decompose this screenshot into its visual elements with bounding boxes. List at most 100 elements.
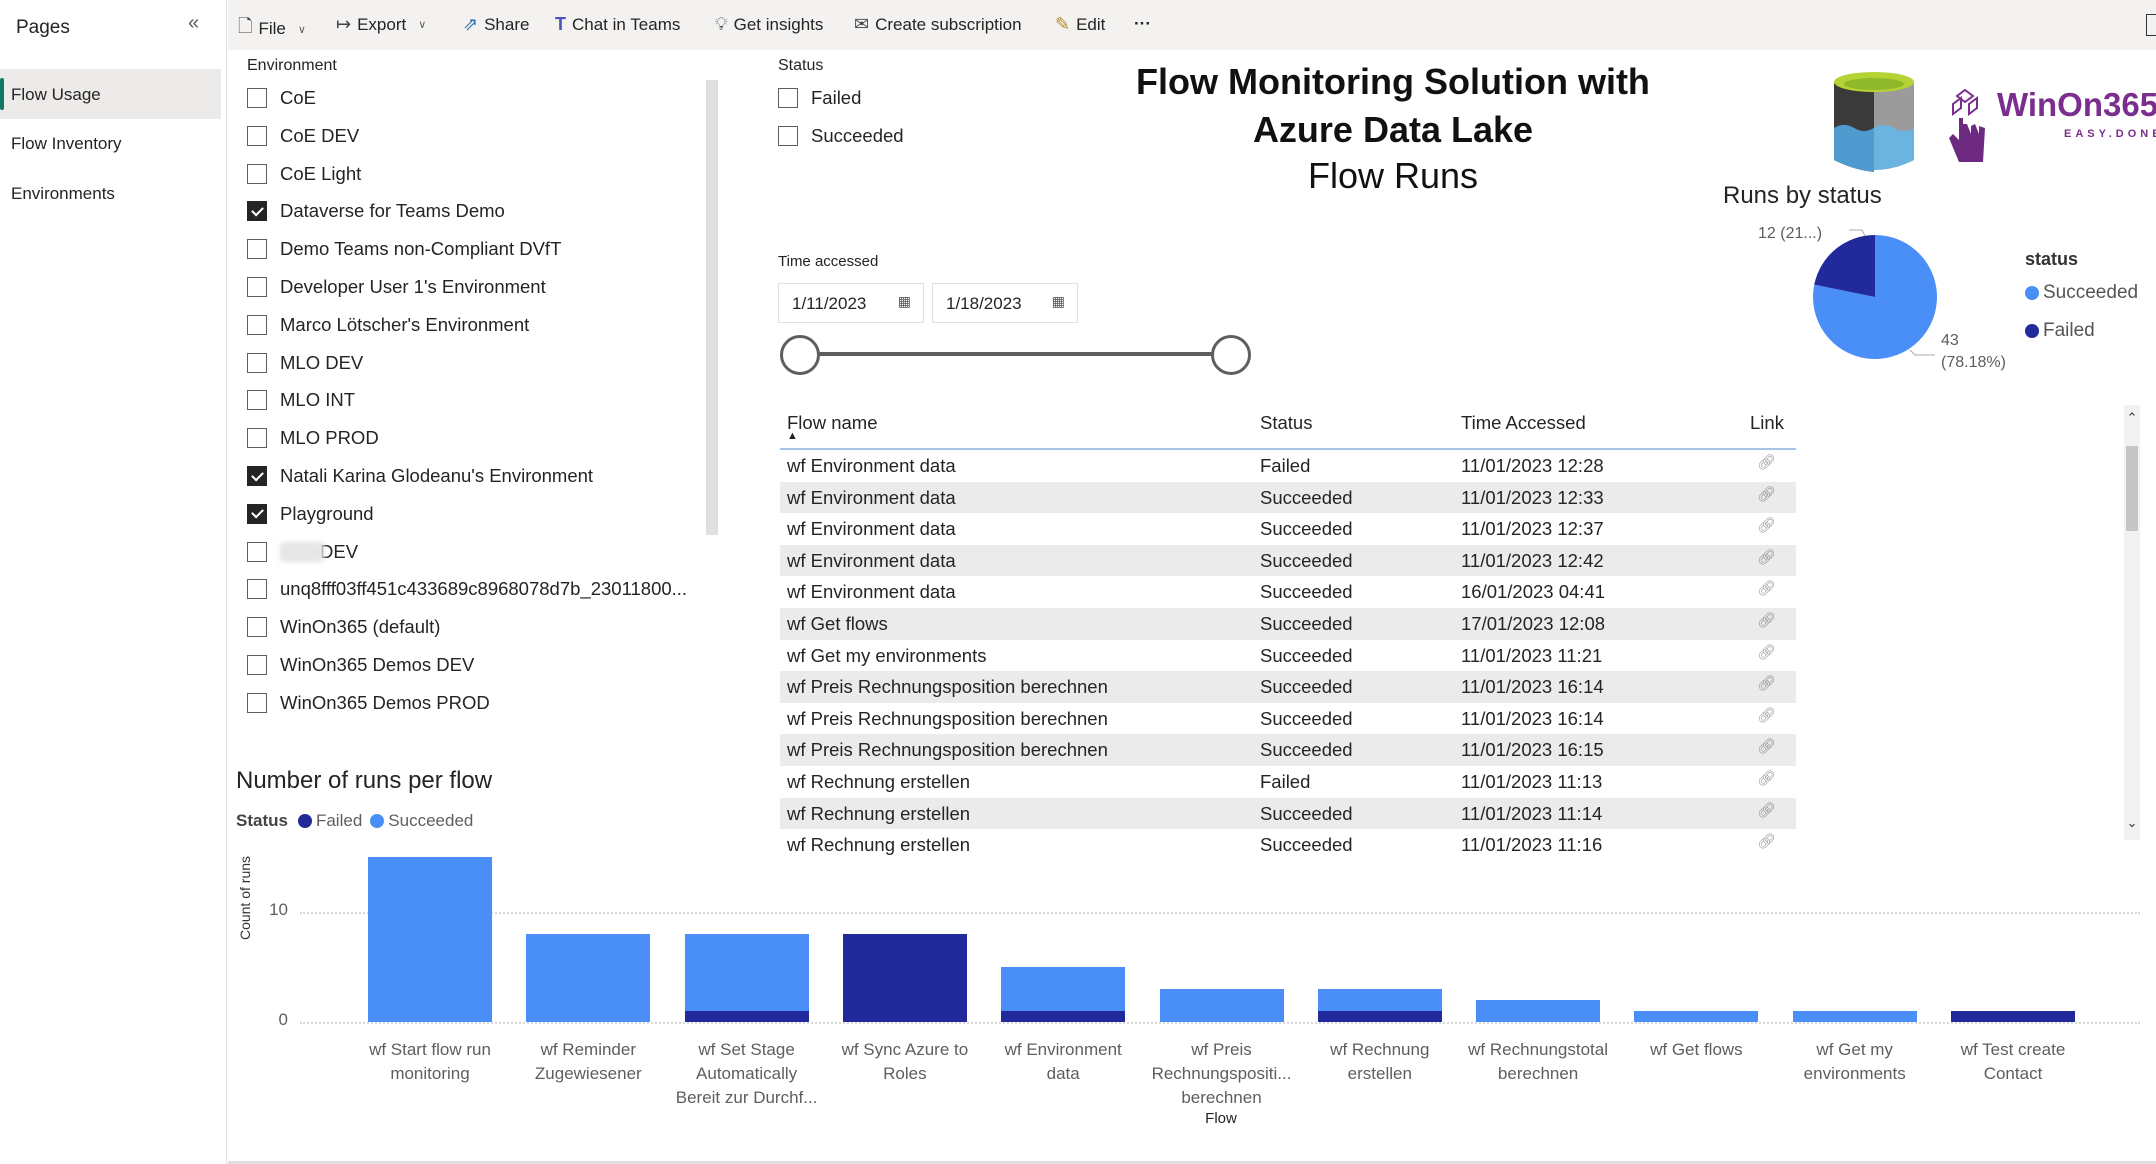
table-row[interactable]: wf Preis Rechnungsposition berechnen Succ… — [780, 703, 1796, 735]
environment-option[interactable]: MLO INT — [247, 389, 355, 411]
checkbox[interactable] — [247, 428, 267, 449]
status-option[interactable]: Succeeded — [778, 125, 904, 147]
bar-legend-succeeded[interactable]: Succeeded — [388, 811, 473, 831]
comment-icon[interactable] — [2146, 14, 2156, 36]
table-row[interactable]: wf Preis Rechnungsposition berechnen Succ… — [780, 734, 1796, 766]
bar-succeeded[interactable] — [1476, 1000, 1601, 1022]
checkbox[interactable] — [247, 125, 267, 146]
link-icon[interactable]: 🔗︎ — [1757, 674, 1776, 692]
export-menu-button[interactable]: ↦ Export ∨ — [336, 14, 426, 35]
environment-option[interactable]: CoE Light — [247, 163, 361, 185]
chat-in-teams-button[interactable]: T Chat in Teams — [555, 14, 680, 35]
get-insights-button[interactable]: 💡︎ Get insights — [715, 14, 823, 35]
share-button[interactable]: ⇗ Share — [463, 14, 529, 35]
date-range-slider-track[interactable] — [800, 352, 1231, 356]
environment-option[interactable]: CoE DEV — [247, 125, 359, 147]
checkbox[interactable] — [247, 201, 267, 222]
bar-legend-failed[interactable]: Failed — [316, 811, 362, 831]
scroll-down-icon[interactable]: ⌄ — [2124, 815, 2140, 831]
scroll-up-icon[interactable]: ⌃ — [2124, 410, 2140, 426]
page-tab-environments[interactable]: Environments — [0, 168, 221, 218]
date-range-start-handle[interactable] — [780, 335, 820, 375]
edit-button[interactable]: ✎ Edit — [1055, 14, 1105, 35]
create-subscription-button[interactable]: ✉ Create subscription — [854, 14, 1022, 35]
bar-failed[interactable] — [1317, 1011, 1442, 1022]
checkbox[interactable] — [778, 125, 798, 146]
link-icon[interactable]: 🔗︎ — [1757, 516, 1776, 534]
link-icon[interactable]: 🔗︎ — [1757, 611, 1776, 629]
checkbox[interactable] — [247, 466, 267, 486]
bar-succeeded[interactable] — [1317, 989, 1442, 1011]
environment-option[interactable]: Developer User 1's Environment — [247, 276, 546, 298]
column-header-time-accessed[interactable]: Time Accessed — [1461, 412, 1586, 434]
environment-option[interactable]: WinOn365 Demos PROD — [247, 692, 490, 714]
date-range-end-handle[interactable] — [1211, 335, 1251, 375]
checkbox[interactable] — [247, 352, 267, 373]
environment-option[interactable]: Playground — [247, 503, 374, 525]
table-row[interactable]: wf Environment data Failed 11/01/2023 12:2… — [780, 450, 1796, 482]
environment-option[interactable]: Natali Karina Glodeanu's Environment — [247, 465, 593, 487]
link-icon[interactable]: 🔗︎ — [1757, 485, 1776, 503]
checkbox[interactable] — [247, 692, 267, 713]
environment-option[interactable]: Marco Lötscher's Environment — [247, 314, 529, 336]
environment-option[interactable]: CoE — [247, 87, 316, 109]
bar-failed[interactable] — [842, 934, 967, 1022]
bar-succeeded[interactable] — [526, 934, 651, 1022]
bar-succeeded[interactable] — [1159, 989, 1284, 1022]
link-icon[interactable]: 🔗︎ — [1757, 548, 1776, 566]
table-row[interactable]: wf Rechnung erstellen Succeeded 11/01/2023… — [780, 829, 1796, 861]
bar-succeeded[interactable] — [368, 857, 492, 1022]
page-tab-flow-inventory[interactable]: Flow Inventory — [0, 118, 221, 168]
environment-option[interactable]: DEV — [247, 541, 358, 563]
checkbox[interactable] — [247, 163, 267, 184]
checkbox[interactable] — [247, 390, 267, 411]
bar-failed[interactable] — [684, 1011, 809, 1022]
link-icon[interactable]: 🔗︎ — [1757, 579, 1776, 597]
link-icon[interactable]: 🔗︎ — [1757, 769, 1776, 787]
pie-legend-item-failed[interactable]: Failed — [2025, 320, 2095, 342]
environment-option[interactable]: Demo Teams non-Compliant DVfT — [247, 238, 561, 260]
environment-option[interactable]: MLO PROD — [247, 427, 379, 449]
table-row[interactable]: wf Environment data Succeeded 11/01/2023 1… — [780, 481, 1796, 514]
file-menu-button[interactable]: 🗋 File ∨ — [238, 14, 306, 44]
link-icon[interactable]: 🔗︎ — [1757, 737, 1776, 755]
pie-legend-item-succeeded[interactable]: Succeeded — [2025, 282, 2138, 304]
environment-option[interactable]: WinOn365 Demos DEV — [247, 654, 474, 676]
bar-succeeded[interactable] — [1634, 1011, 1759, 1022]
link-icon[interactable]: 🔗︎ — [1757, 801, 1776, 819]
column-header-flow-name[interactable]: Flow name ▲ — [787, 412, 877, 442]
link-icon[interactable]: 🔗︎ — [1757, 453, 1776, 471]
link-icon[interactable]: 🔗︎ — [1757, 706, 1776, 724]
table-scrollbar-thumb[interactable] — [2126, 446, 2138, 531]
start-date-input[interactable]: 1/11/2023 ▦ — [778, 283, 924, 323]
checkbox[interactable] — [247, 579, 267, 600]
checkbox[interactable] — [247, 88, 267, 108]
environment-option[interactable]: unq8fff03ff451c433689c8968078d7b_2301180… — [247, 578, 687, 600]
checkbox[interactable] — [247, 239, 267, 260]
calendar-icon[interactable]: ▦ — [1052, 293, 1065, 310]
link-icon[interactable]: 🔗︎ — [1757, 832, 1776, 850]
table-row[interactable]: wf Environment data Succeeded 16/01/2023 0… — [780, 576, 1796, 608]
environment-option[interactable]: WinOn365 (default) — [247, 616, 440, 638]
checkbox[interactable] — [247, 314, 267, 335]
column-header-status[interactable]: Status — [1260, 412, 1312, 434]
environment-slicer-scrollbar[interactable] — [706, 80, 718, 535]
link-icon[interactable]: 🔗︎ — [1757, 643, 1776, 661]
checkbox[interactable] — [778, 88, 798, 108]
table-row[interactable]: wf Rechnung erstellen Succeeded 11/01/2023… — [780, 797, 1796, 830]
bar-succeeded[interactable] — [1001, 967, 1126, 1011]
table-row[interactable]: wf Rechnung erstellen Failed 11/01/2023 11… — [780, 766, 1796, 798]
table-row[interactable]: wf Get my environments Succeeded 11/01/202… — [780, 640, 1796, 672]
table-row[interactable]: wf Get flows Succeeded 17/01/2023 12:08 🔗︎ — [780, 607, 1796, 640]
collapse-pane-icon[interactable]: « — [188, 12, 199, 35]
checkbox[interactable] — [247, 617, 267, 638]
table-row[interactable]: wf Preis Rechnungsposition berechnen Succ… — [780, 671, 1796, 703]
table-row[interactable]: wf Environment data Succeeded 11/01/2023 1… — [780, 544, 1796, 577]
page-tab-flow-usage[interactable]: Flow Usage — [0, 69, 221, 119]
status-option[interactable]: Failed — [778, 87, 861, 109]
bar-succeeded[interactable] — [684, 934, 809, 1011]
bar-failed[interactable] — [1001, 1011, 1126, 1022]
checkbox[interactable] — [247, 655, 267, 675]
end-date-input[interactable]: 1/18/2023 ▦ — [932, 283, 1078, 323]
column-header-link[interactable]: Link — [1750, 412, 1784, 434]
